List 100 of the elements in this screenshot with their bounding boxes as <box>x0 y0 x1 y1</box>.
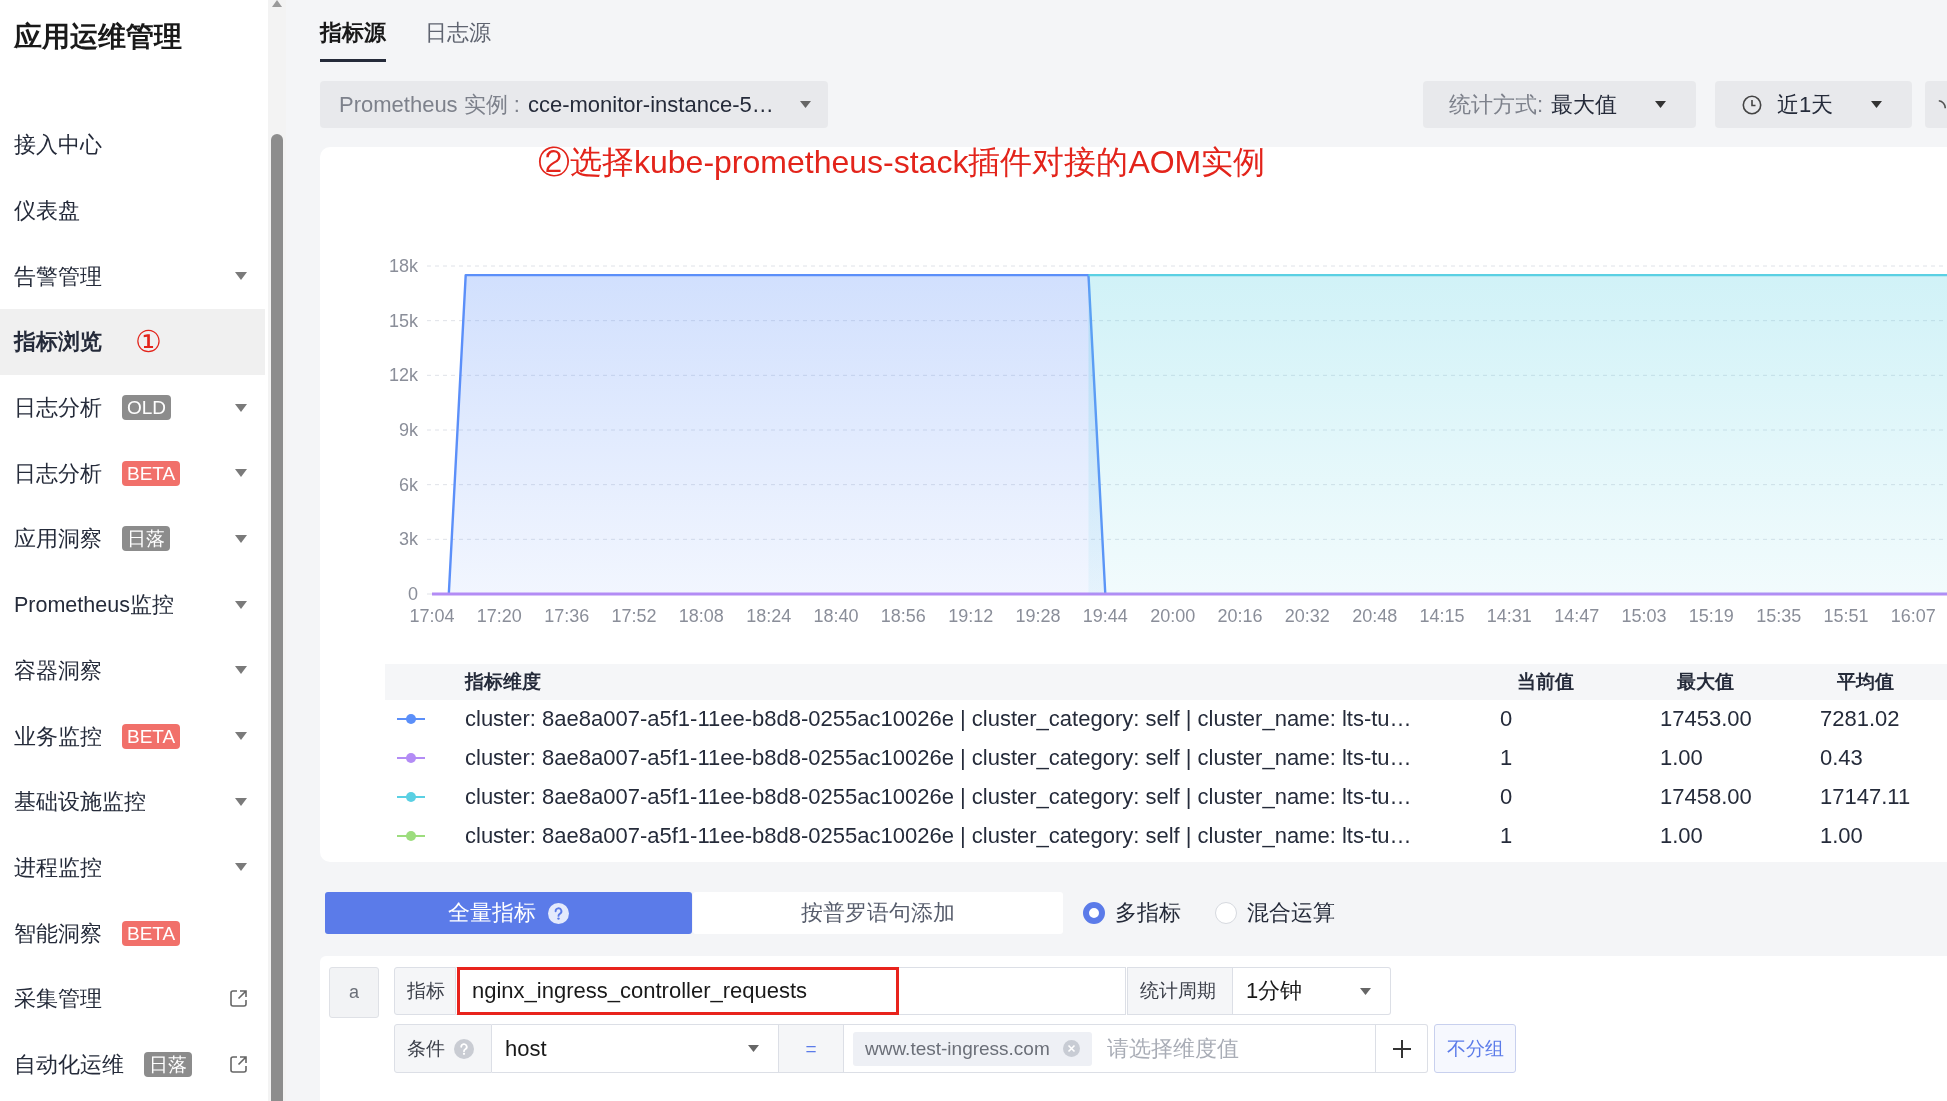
group-button[interactable]: 不分组 <box>1434 1024 1516 1073</box>
table-cell: 1 <box>1500 822 1513 849</box>
field-label: 统计周期 <box>1127 967 1233 1015</box>
nav-item[interactable]: 业务监控 BETA <box>0 703 268 769</box>
status-badge: OLD <box>122 395 172 421</box>
legend-marker-icon[interactable] <box>397 829 425 842</box>
legend-marker-icon[interactable] <box>397 752 425 765</box>
nav-item[interactable]: 应用洞察 日落 <box>0 506 268 572</box>
column-header: 当前值 <box>1517 670 1574 694</box>
y-tick-label: 12k <box>388 365 418 386</box>
scroll-arrow-icon[interactable] <box>272 0 282 7</box>
dimension-value-field[interactable]: www.test-ingress.com 请选择维度值 <box>844 1024 1376 1073</box>
operator-cell: = <box>779 1024 844 1073</box>
nav-item[interactable]: 接入中心 <box>0 112 268 178</box>
x-tick-label: 19:28 <box>1015 606 1061 626</box>
filter-tag[interactable]: www.test-ingress.com <box>853 1031 1092 1066</box>
x-tick-label: 15:35 <box>1756 606 1802 626</box>
clock-icon <box>1742 94 1762 115</box>
caret-down-icon <box>235 797 247 806</box>
x-tick-label: 16:07 <box>1890 606 1936 626</box>
toolbar-button[interactable] <box>1925 81 1947 128</box>
external-link-icon <box>230 1055 247 1073</box>
nav-item[interactable]: 指标浏览 ① <box>0 309 265 375</box>
legend-marker-icon[interactable] <box>397 713 425 726</box>
nav-item[interactable]: 自动化运维 日落 <box>0 1031 268 1098</box>
field-label: 条件 <box>394 1024 492 1073</box>
metric-input[interactable]: nginx_ingress_controller_requests <box>456 967 1126 1015</box>
period-select[interactable]: 1分钟 <box>1233 967 1391 1015</box>
table-cell: cluster: 8ae8a007-a5f1-11ee-b8d8-0255ac10026e | cluster_category: self | cluster_name: lts-tu… <box>465 822 1412 849</box>
plus-icon <box>1392 1039 1411 1058</box>
app-title: 应用运维管理 <box>14 21 182 52</box>
caret-down-icon <box>800 101 811 108</box>
instance-select[interactable]: Prometheus 实例 : cce-monitor-instance-5… <box>320 81 828 128</box>
caret-down-icon <box>748 1045 759 1052</box>
source-tab[interactable]: 日志源 <box>425 0 491 62</box>
x-tick-label: 18:40 <box>813 606 859 626</box>
x-tick-label: 15:19 <box>1688 606 1734 626</box>
x-tick-label: 14:47 <box>1554 606 1600 626</box>
aggregation-select[interactable]: 统计方式: 最大值 <box>1423 81 1696 128</box>
status-badge: BETA <box>122 723 181 749</box>
y-tick-label: 6k <box>399 474 418 495</box>
caret-down-icon <box>235 534 247 543</box>
x-tick-label: 20:32 <box>1284 606 1330 626</box>
x-tick-label: 20:16 <box>1217 606 1263 626</box>
mode-tab[interactable]: 全量指标 <box>325 892 692 934</box>
nav-item[interactable]: 进程监控 <box>0 834 268 901</box>
caret-down-icon <box>235 403 247 412</box>
x-tick-label: 15:51 <box>1823 606 1869 626</box>
radio-label[interactable]: 多指标 <box>1115 898 1181 928</box>
x-tick-label: 20:48 <box>1352 606 1398 626</box>
nav-item[interactable]: 基础设施监控 <box>0 768 268 835</box>
status-badge: 日落 <box>144 1051 192 1077</box>
x-tick-label: 17:36 <box>544 606 590 626</box>
y-tick-label: 9k <box>399 420 418 440</box>
source-tab[interactable]: 指标源 <box>320 0 386 62</box>
nav-item[interactable]: 告警管理 <box>0 243 268 310</box>
table-cell: 1.00 <box>1660 745 1703 772</box>
x-tick-label: 14:15 <box>1419 606 1465 626</box>
column-header: 最大值 <box>1677 670 1734 694</box>
table-cell: 1.00 <box>1820 822 1863 849</box>
nav-item[interactable]: 日志分析 BETA <box>0 440 268 507</box>
table-cell: 0.43 <box>1820 745 1863 772</box>
field-label: 指标 <box>394 967 456 1015</box>
time-range-select[interactable]: 近1天 <box>1715 81 1912 128</box>
x-tick-label: 19:12 <box>948 606 994 626</box>
nav-item[interactable]: 仪表盘 <box>0 177 268 244</box>
x-tick-label: 17:20 <box>476 606 522 626</box>
nav-item[interactable]: 日志分析 OLD <box>0 374 268 441</box>
x-tick-label: 17:04 <box>409 606 455 626</box>
caret-down-icon <box>1360 987 1371 995</box>
nav-item[interactable]: 智能洞察 BETA <box>0 900 268 966</box>
table-cell: 7281.02 <box>1820 706 1900 733</box>
scrollbar-thumb[interactable] <box>271 134 283 1101</box>
table-cell: cluster: 8ae8a007-a5f1-11ee-b8d8-0255ac10026e | cluster_category: self | cluster_name: lts-tu… <box>465 745 1412 772</box>
table-cell: 17453.00 <box>1660 706 1752 733</box>
caret-down-icon <box>1871 101 1882 108</box>
add-button[interactable] <box>1376 1024 1428 1073</box>
nav-item[interactable]: Prometheus监控 <box>0 571 268 638</box>
nav-item[interactable]: 采集管理 <box>0 965 268 1032</box>
legend-marker-icon[interactable] <box>397 791 425 803</box>
mode-tab[interactable]: 按普罗语句添加 <box>693 892 1063 934</box>
caret-down-icon <box>235 469 247 478</box>
x-tick-label: 20:00 <box>1150 606 1196 626</box>
caret-down-icon <box>235 732 247 741</box>
placeholder-text: 请选择维度值 <box>1106 1034 1239 1063</box>
table-cell: 1 <box>1500 745 1513 772</box>
radio-button[interactable] <box>1083 902 1105 924</box>
y-tick-label: 15k <box>388 310 418 331</box>
dimension-select[interactable]: host <box>492 1024 779 1073</box>
status-badge: BETA <box>122 920 181 946</box>
radio-label[interactable]: 混合运算 <box>1247 898 1335 928</box>
nav-item[interactable]: 容器洞察 <box>0 637 268 704</box>
column-header: 指标维度 <box>465 670 541 694</box>
close-icon[interactable] <box>1062 1040 1080 1057</box>
column-header: 平均值 <box>1837 670 1894 694</box>
y-tick-label: 18k <box>388 256 418 276</box>
external-link-icon <box>230 990 247 1008</box>
table-cell: 0 <box>1500 706 1513 733</box>
x-tick-label: 19:44 <box>1082 606 1128 626</box>
caret-down-icon <box>235 666 247 675</box>
